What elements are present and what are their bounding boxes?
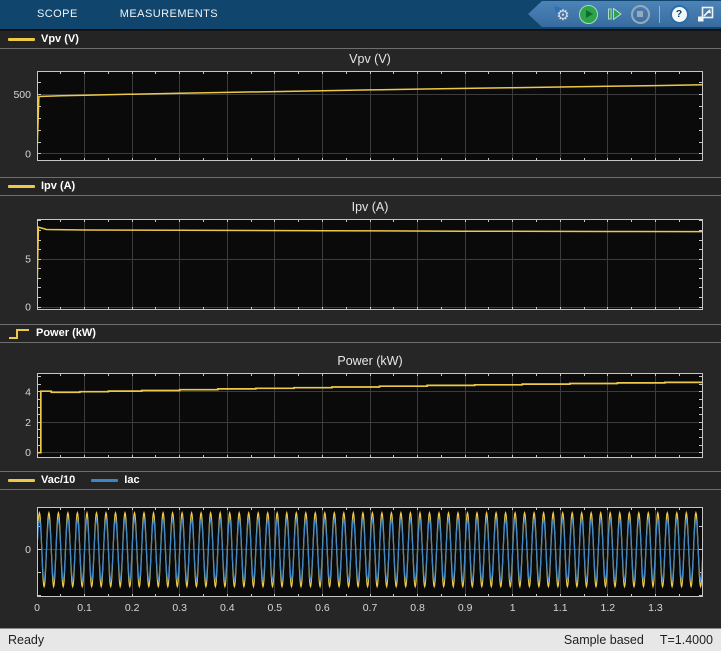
quick-access-toolbar: ⚙ ? — [528, 1, 721, 27]
run-icon — [579, 5, 598, 24]
plot-canvas-1[interactable]: Ipv (A) 0 5 — [0, 196, 721, 324]
tab-measurements[interactable]: MEASUREMENTS — [120, 0, 218, 29]
plot-canvas-2[interactable]: Power (kW) 0 2 4 — [0, 343, 721, 471]
display-vpv: Vpv (V) Vpv (V) 0 500 — [0, 30, 721, 177]
toolbar-divider — [659, 6, 660, 23]
sample-mode-label: Sample based — [564, 633, 644, 647]
x-tick-label: 0 — [34, 602, 40, 614]
plot-title: Vpv (V) — [349, 52, 391, 66]
x-tick-label: 1.3 — [648, 602, 663, 614]
legend-label: Vpv (V) — [41, 34, 79, 45]
help-button[interactable]: ? — [668, 3, 690, 25]
legend-item[interactable]: Vac/10 — [8, 475, 75, 486]
display-ipv: Ipv (A) Ipv (A) 0 5 — [0, 177, 721, 324]
step-forward-icon — [606, 6, 623, 22]
step-forward-button[interactable] — [603, 3, 625, 25]
x-tick-label: 0.7 — [363, 602, 378, 614]
y-tick-label: 5 — [25, 254, 31, 266]
legend-line-sample — [91, 479, 118, 482]
display-power: Power (kW) Power (kW) 0 2 4 — [0, 324, 721, 471]
displays-area: Vpv (V) Vpv (V) 0 500 Ipv (A) Ipv (A) 0 5 Po… — [0, 30, 721, 628]
y-tick-label: 0 — [25, 302, 31, 314]
legend-item[interactable]: Iac — [91, 475, 139, 486]
legend-bar: Ipv (A) — [0, 177, 721, 196]
run-button[interactable] — [577, 3, 599, 25]
pop-out-button[interactable] — [694, 3, 716, 25]
plot-canvas-3[interactable]: 0 0 0.1 0.2 0.3 0.4 0.5 0.6 0.7 0.8 0.9 1 1.1 1.2 1.3 — [0, 490, 721, 628]
y-tick-label: 500 — [13, 89, 31, 101]
legend-item[interactable]: Power (kW) — [8, 328, 96, 340]
scope-panel: Power (kW) 0 2 4 — [0, 343, 721, 471]
stop-icon — [631, 5, 650, 24]
stop-button[interactable] — [629, 3, 651, 25]
simulation-time-label: T=1.4000 — [660, 633, 713, 647]
x-tick-label: 0.8 — [410, 602, 425, 614]
legend-bar: Vpv (V) — [0, 30, 721, 49]
legend-label: Power (kW) — [36, 328, 96, 339]
x-tick-label: 0.5 — [268, 602, 283, 614]
legend-line-sample — [8, 479, 35, 482]
simulink-scope-window: SCOPE MEASUREMENTS ⚙ ? — [0, 0, 721, 651]
x-tick-label: 1.1 — [553, 602, 568, 614]
legend-step-sample — [8, 328, 30, 340]
status-text: Ready — [8, 633, 44, 647]
x-tick-label: 0.9 — [458, 602, 473, 614]
legend-line-sample — [8, 38, 35, 41]
scope-panel: Vpv (V) 0 500 — [0, 49, 721, 177]
status-bar: Ready Sample based T=1.4000 — [0, 628, 721, 651]
tab-scope[interactable]: SCOPE — [37, 0, 78, 29]
simulation-settings-button[interactable]: ⚙ — [551, 3, 573, 25]
x-tick-label: 1.2 — [601, 602, 616, 614]
plot-title: Power (kW) — [337, 354, 402, 368]
x-tick-label: 0.2 — [125, 602, 140, 614]
plot-canvas-0[interactable]: Vpv (V) 0 500 — [0, 49, 721, 177]
y-tick-label: 0 — [25, 447, 31, 459]
legend-item[interactable]: Vpv (V) — [8, 34, 79, 45]
legend-label: Iac — [124, 475, 139, 486]
toolstrip: SCOPE MEASUREMENTS ⚙ ? — [0, 0, 721, 30]
x-tick-label: 0.1 — [77, 602, 92, 614]
y-tick-label: 4 — [25, 386, 31, 398]
x-tick-label: 0.3 — [172, 602, 187, 614]
legend-bar: Vac/10 Iac — [0, 471, 721, 490]
y-tick-label: 2 — [25, 417, 31, 429]
legend-item[interactable]: Ipv (A) — [8, 181, 75, 192]
legend-label: Vac/10 — [41, 475, 75, 486]
x-tick-label: 0.4 — [220, 602, 235, 614]
plot-title: Ipv (A) — [352, 200, 389, 214]
legend-bar: Power (kW) — [0, 324, 721, 343]
legend-label: Ipv (A) — [41, 181, 75, 192]
pop-out-icon — [697, 6, 714, 23]
help-icon: ? — [670, 5, 689, 24]
y-tick-label: 0 — [25, 544, 31, 556]
x-tick-label: 1 — [510, 602, 516, 614]
legend-line-sample — [8, 185, 35, 188]
y-tick-label: 0 — [25, 148, 31, 160]
display-vac-iac: Vac/10 Iac 0 0 0.1 0.2 0.3 0.4 0.5 0.6 0.7 0.8 0.9 1… — [0, 471, 721, 628]
scope-panel: 0 0 0.1 0.2 0.3 0.4 0.5 0.6 0.7 0.8 0.9 1 1.1 1.2 1.3 — [0, 490, 721, 628]
x-tick-label: 0.6 — [315, 602, 330, 614]
scope-panel: Ipv (A) 0 5 — [0, 196, 721, 324]
